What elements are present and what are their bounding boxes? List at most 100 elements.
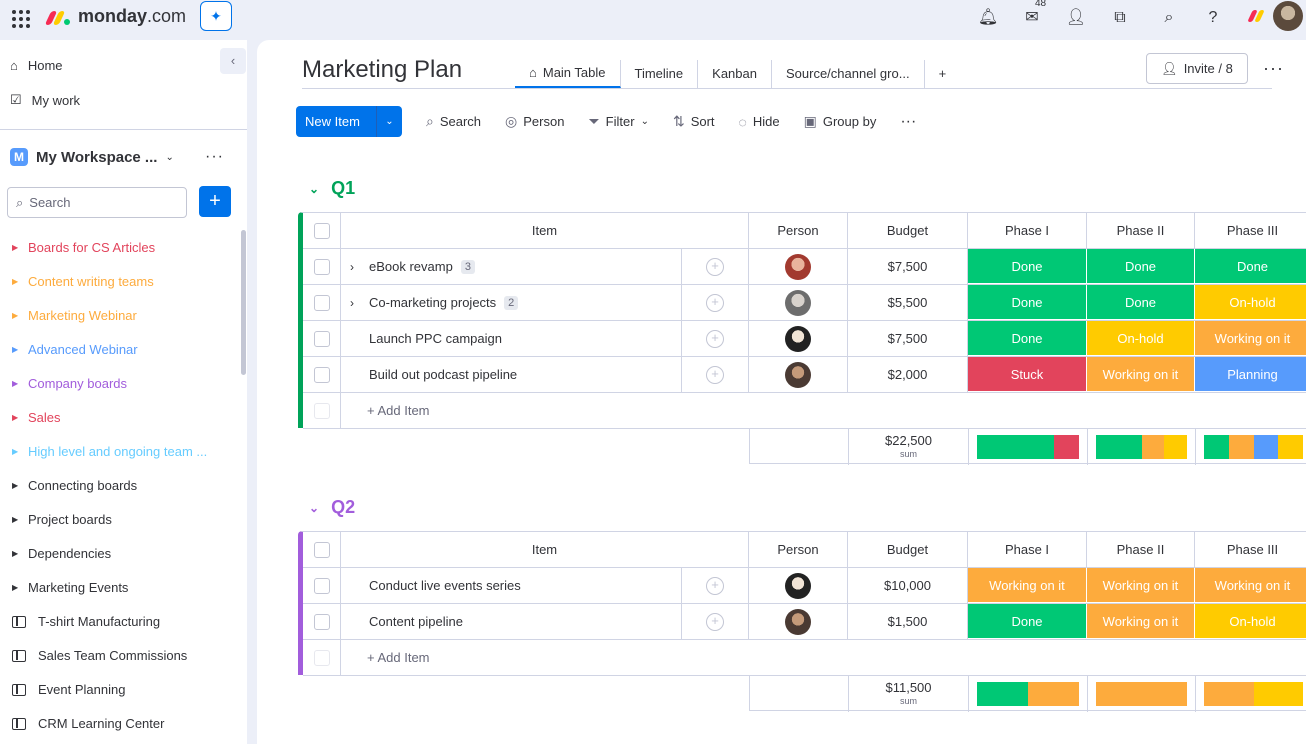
search-button[interactable]: ⌕ Search — [426, 113, 481, 130]
status-cell[interactable]: Done — [968, 604, 1087, 639]
checkbox-cell[interactable] — [303, 321, 341, 356]
add-view-button[interactable]: + — [925, 60, 961, 88]
tab-timeline[interactable]: Timeline — [621, 60, 699, 88]
status-summary-cell[interactable] — [1196, 429, 1306, 465]
table-row[interactable]: › Co-marketing projects 2 + $5,500 Done Done On… — [303, 285, 1306, 321]
product-switcher-icon[interactable] — [1244, 6, 1268, 30]
updates-cell[interactable]: + — [682, 357, 749, 392]
status-summary-cell[interactable] — [1196, 676, 1306, 712]
item-name[interactable]: Co-marketing projects — [369, 295, 496, 310]
status-cell[interactable]: On-hold — [1195, 285, 1306, 320]
person-cell[interactable] — [749, 357, 848, 392]
person-avatar[interactable] — [785, 572, 811, 599]
sidebar-board-item[interactable]: ▶ Connecting boards — [12, 478, 137, 493]
table-row[interactable]: › eBook revamp 3 + $7,500 Done Done Done — [303, 249, 1306, 285]
toolbar-more-icon[interactable]: ··· — [900, 113, 916, 131]
sidebar-board-item[interactable]: ▶ Advanced Webinar — [12, 342, 138, 357]
status-summary-cell[interactable] — [969, 676, 1088, 712]
invite-button[interactable]: 👤︎ Invite / 8 — [1146, 53, 1248, 84]
add-update-icon[interactable]: + — [706, 257, 724, 276]
header-checkbox-cell[interactable] — [303, 532, 341, 567]
user-avatar[interactable] — [1273, 1, 1303, 31]
tab-source-channel[interactable]: Source/channel gro... — [772, 60, 925, 88]
row-checkbox[interactable] — [313, 366, 330, 383]
add-update-icon[interactable]: + — [706, 365, 724, 384]
person-cell[interactable] — [749, 604, 848, 639]
budget-cell[interactable]: $7,500 — [848, 321, 968, 356]
sidebar-board-item[interactable]: ▶ Dependencies — [12, 546, 111, 561]
budget-cell[interactable]: $7,500 — [848, 249, 968, 284]
person-avatar[interactable] — [785, 608, 811, 635]
workspace-selector[interactable]: M My Workspace ... ⌄ — [10, 148, 174, 166]
help-icon[interactable]: ? — [1201, 6, 1225, 30]
item-name-cell[interactable]: › eBook revamp 3 — [341, 249, 682, 284]
status-cell[interactable]: Working on it — [1195, 321, 1306, 356]
header-checkbox-cell[interactable] — [303, 213, 341, 248]
table-row[interactable]: Launch PPC campaign + $7,500 Done On-hold Wor… — [303, 321, 1306, 357]
table-row[interactable]: Build out podcast pipeline + $2,000 Stuck Wo… — [303, 357, 1306, 393]
sidebar-scrollbar[interactable] — [241, 230, 246, 375]
item-name[interactable]: Conduct live events series — [369, 578, 521, 593]
sidebar-board-item[interactable]: ▶ Sales — [12, 410, 61, 425]
search-icon[interactable]: ⌕ — [1157, 6, 1181, 30]
updates-cell[interactable]: + — [682, 249, 749, 284]
status-cell[interactable]: Done — [968, 285, 1087, 320]
item-name[interactable]: Launch PPC campaign — [369, 331, 502, 346]
item-name-cell[interactable]: Content pipeline — [341, 604, 682, 639]
add-item-input[interactable]: + Add Item — [341, 640, 1306, 675]
chevron-down-icon[interactable]: ⌄ — [376, 106, 402, 137]
item-name-cell[interactable]: Conduct live events series — [341, 568, 682, 603]
add-update-icon[interactable]: + — [706, 293, 724, 312]
subitems-count-badge[interactable]: 2 — [504, 295, 519, 310]
status-summary-cell[interactable] — [1088, 676, 1196, 712]
invite-members-icon[interactable]: 👤︎ — [1064, 6, 1088, 30]
status-cell[interactable]: Done — [1087, 285, 1195, 320]
group-by-button[interactable]: ▣ Group by — [804, 113, 877, 130]
collapse-sidebar-button[interactable]: ‹ — [220, 48, 246, 74]
hide-button[interactable]: ◌ Hide — [739, 114, 780, 130]
sidebar-board-item[interactable]: CRM Learning Center — [12, 716, 164, 731]
sidebar-board-item[interactable]: ▶ Marketing Events — [12, 580, 128, 595]
person-avatar[interactable] — [785, 289, 811, 316]
new-item-button[interactable]: New Item ⌄ — [296, 106, 402, 137]
row-checkbox[interactable] — [313, 330, 330, 347]
select-all-checkbox[interactable] — [313, 222, 330, 239]
updates-cell[interactable]: + — [682, 568, 749, 603]
sidebar-board-item[interactable]: ▶ Content writing teams — [12, 274, 154, 289]
checkbox-cell[interactable] — [303, 604, 341, 639]
person-cell[interactable] — [749, 321, 848, 356]
sidebar-board-item[interactable]: ▶ Boards for CS Articles — [12, 240, 155, 255]
add-item-input[interactable]: + Add Item — [341, 393, 1306, 428]
sidebar-home[interactable]: ⌂ Home — [10, 58, 63, 73]
group-header-q2[interactable]: ⌄ Q2 — [309, 497, 355, 518]
group-header-q1[interactable]: ⌄ Q1 — [309, 178, 355, 199]
ai-sparkle-button[interactable]: ✦ — [200, 1, 232, 31]
status-cell[interactable]: Planning — [1195, 357, 1306, 392]
row-checkbox[interactable] — [313, 294, 330, 311]
item-name-cell[interactable]: › Co-marketing projects 2 — [341, 285, 682, 320]
sidebar-my-work[interactable]: ☑ My work — [10, 92, 80, 108]
sort-button[interactable]: ⇅ Sort — [673, 113, 715, 130]
table-row[interactable]: Conduct live events series + $10,000 Workin… — [303, 568, 1306, 604]
chevron-down-icon[interactable]: ⌄ — [309, 182, 319, 196]
sidebar-board-item[interactable]: Sales Team Commissions — [12, 648, 187, 663]
updates-cell[interactable]: + — [682, 285, 749, 320]
sidebar-board-item[interactable]: ▶ Company boards — [12, 376, 127, 391]
sidebar-board-item[interactable]: Event Planning — [12, 682, 125, 697]
table-row[interactable]: Content pipeline + $1,500 Done Working on it… — [303, 604, 1306, 640]
select-all-checkbox[interactable] — [313, 541, 330, 558]
add-update-icon[interactable]: + — [706, 329, 724, 348]
status-cell[interactable]: Working on it — [1087, 568, 1195, 603]
sidebar-board-item[interactable]: ▶ High level and ongoing team ... — [12, 444, 207, 459]
status-cell[interactable]: Working on it — [1195, 568, 1306, 603]
sidebar-search-input[interactable]: ⌕ Search — [7, 187, 187, 218]
status-cell[interactable]: Stuck — [968, 357, 1087, 392]
budget-sum-cell[interactable]: $11,500 sum — [849, 676, 969, 712]
budget-cell[interactable]: $2,000 — [848, 357, 968, 392]
person-cell[interactable] — [749, 568, 848, 603]
workspace-more-icon[interactable]: ··· — [205, 148, 224, 166]
status-cell[interactable]: On-hold — [1195, 604, 1306, 639]
status-cell[interactable]: Done — [968, 321, 1087, 356]
apps-grid-icon[interactable] — [10, 8, 30, 28]
bell-icon[interactable]: 🔔︎ — [976, 6, 1000, 30]
